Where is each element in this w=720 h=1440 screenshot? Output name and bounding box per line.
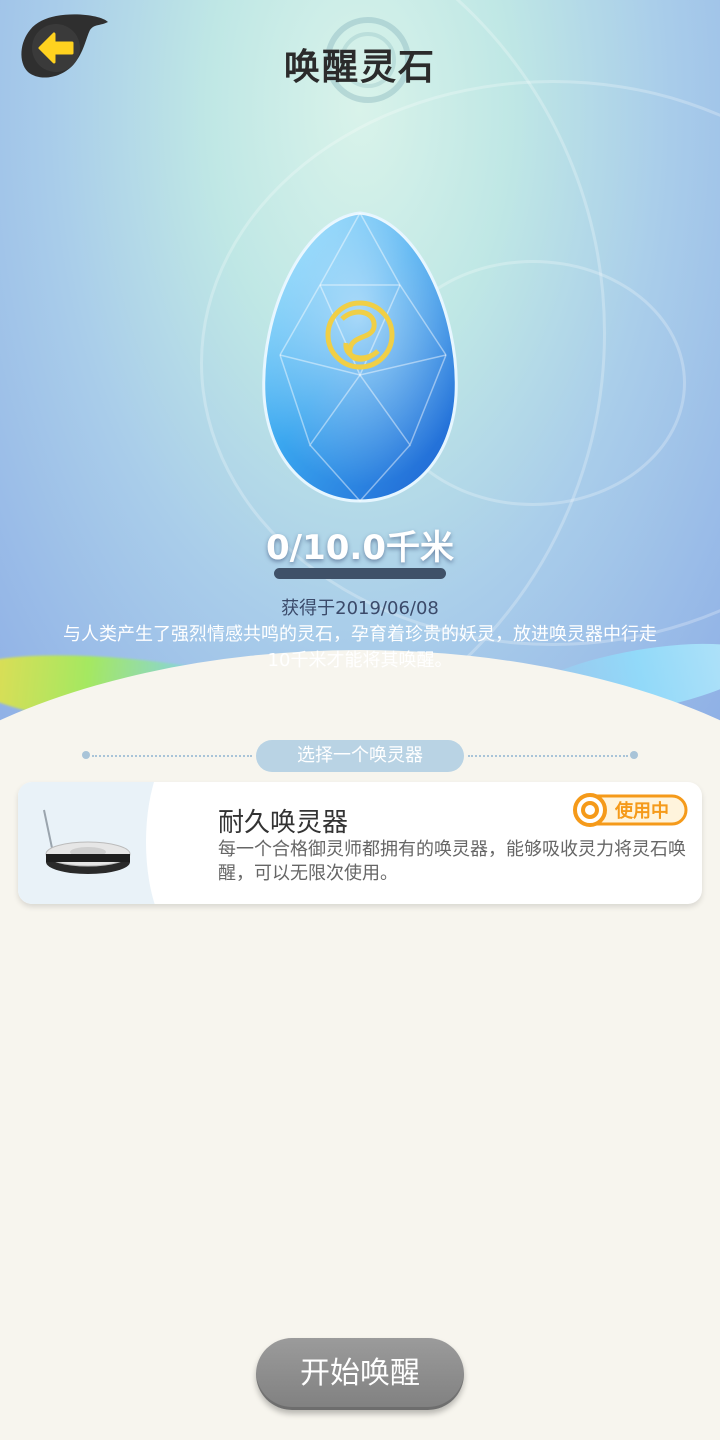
- divider-line: [92, 755, 252, 757]
- distance-progress-bar: [274, 568, 446, 579]
- divider-dot: [82, 751, 90, 759]
- spirit-stone-image: [250, 205, 470, 505]
- distance-progress-text: 0/10.0千米: [266, 528, 454, 568]
- start-awaken-button[interactable]: 开始唤醒: [256, 1338, 464, 1410]
- device-description: 每一个合格御灵师都拥有的唤灵器，能够吸收灵力将灵石唤醒，可以无限次使用。: [218, 839, 686, 884]
- device-card[interactable]: 耐久唤灵器 每一个合格御灵师都拥有的唤灵器，能够吸收灵力将灵石唤醒，可以无限次使…: [18, 782, 702, 904]
- in-use-badge: 使用中: [572, 792, 688, 828]
- spirit-device-icon: [43, 809, 131, 874]
- in-use-badge-label: 使用中: [614, 800, 669, 822]
- obtained-date: 获得于2019/06/08: [281, 598, 439, 619]
- section-heading: 选择一个唤灵器: [256, 740, 464, 772]
- divider-dot: [630, 751, 638, 759]
- divider-line: [468, 755, 628, 757]
- device-thumbnail: [18, 782, 226, 904]
- page-title: 唤醒灵石: [283, 47, 436, 88]
- thumbnail-curve: [146, 782, 226, 904]
- stone-description: 与人类产生了强烈情感共鸣的灵石，孕育着珍贵的妖灵，放进唤灵器中行走10千米才能将…: [63, 624, 657, 671]
- device-title: 耐久唤灵器: [218, 808, 349, 838]
